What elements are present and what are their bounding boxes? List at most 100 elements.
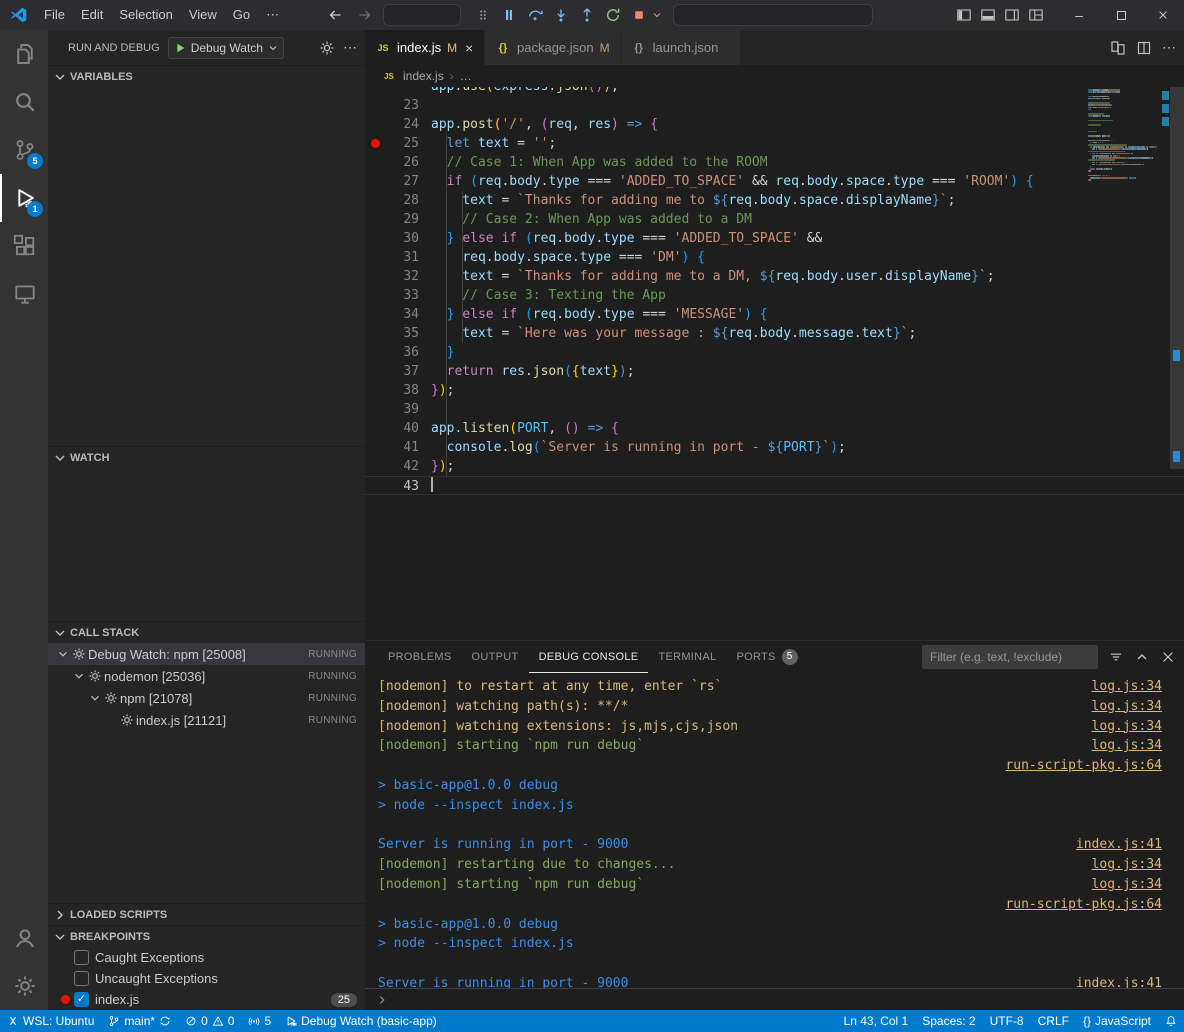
breakpoint-gutter[interactable] bbox=[365, 438, 385, 457]
settings-button[interactable] bbox=[0, 962, 48, 1010]
go-forward-button[interactable] bbox=[353, 3, 377, 27]
sidebar-item-explorer[interactable] bbox=[0, 30, 48, 78]
breadcrumb-item-file[interactable]: index.js bbox=[403, 69, 444, 83]
menu-view[interactable]: View bbox=[181, 4, 225, 26]
pause-button[interactable] bbox=[497, 3, 521, 27]
breakpoint-gutter[interactable] bbox=[365, 419, 385, 438]
tab-terminal[interactable]: TERMINAL bbox=[648, 641, 726, 673]
console-source-link[interactable]: log.js:34 bbox=[1092, 855, 1162, 875]
stop-button[interactable] bbox=[627, 3, 651, 27]
debug-toolbar-grip[interactable] bbox=[471, 3, 495, 27]
debug-session-item[interactable]: Debug Watch (basic-app) bbox=[278, 1010, 444, 1032]
start-debug-icon[interactable] bbox=[173, 41, 187, 55]
tab-launch-json[interactable]: {} launch.json bbox=[621, 30, 741, 65]
call-stack-row[interactable]: index.js [21121]RUNNING bbox=[48, 709, 365, 731]
ports-item[interactable]: 5 bbox=[241, 1010, 278, 1032]
console-source-link[interactable]: log.js:34 bbox=[1092, 697, 1162, 717]
call-stack-row[interactable]: nodemon [25036]RUNNING bbox=[48, 665, 365, 687]
encoding-item[interactable]: UTF-8 bbox=[983, 1010, 1031, 1032]
section-header-watch[interactable]: WATCH bbox=[48, 446, 365, 468]
problems-item[interactable]: 00 bbox=[178, 1010, 241, 1032]
toggle-secondary-sidebar-icon[interactable] bbox=[1004, 7, 1020, 23]
console-source-link[interactable]: run-script-pkg.js:64 bbox=[1005, 756, 1162, 776]
git-branch-item[interactable]: main* bbox=[101, 1010, 178, 1032]
maximize-button[interactable] bbox=[1100, 0, 1142, 30]
sidebar-item-run-and-debug[interactable]: 1 bbox=[0, 174, 48, 222]
sidebar-item-remote-explorer[interactable] bbox=[0, 270, 48, 318]
tab-index-js[interactable]: JS index.js M × bbox=[365, 30, 485, 65]
console-input[interactable] bbox=[365, 988, 1184, 1010]
close-panel-icon[interactable] bbox=[1160, 649, 1176, 665]
toggle-sidebar-icon[interactable] bbox=[956, 7, 972, 23]
breakpoint-gutter[interactable] bbox=[365, 400, 385, 419]
section-header-breakpoints[interactable]: BREAKPOINTS bbox=[48, 925, 365, 947]
accounts-button[interactable] bbox=[0, 914, 48, 962]
go-back-button[interactable] bbox=[323, 3, 347, 27]
breakpoint-gutter[interactable] bbox=[365, 381, 385, 400]
breakpoint-gutter[interactable] bbox=[365, 87, 385, 96]
split-editor-icon[interactable] bbox=[1136, 40, 1152, 56]
menu-edit[interactable]: Edit bbox=[73, 4, 111, 26]
command-center[interactable] bbox=[673, 4, 873, 26]
tab-debug-console[interactable]: DEBUG CONSOLE bbox=[529, 641, 649, 673]
breakpoint-gutter[interactable] bbox=[365, 153, 385, 172]
console-source-link[interactable]: log.js:34 bbox=[1092, 717, 1162, 737]
close-tab-icon[interactable]: × bbox=[465, 40, 473, 56]
menu-selection[interactable]: Selection bbox=[111, 4, 180, 26]
step-into-button[interactable] bbox=[549, 3, 573, 27]
breakpoint-checkbox[interactable] bbox=[74, 971, 89, 986]
breakpoint-row[interactable]: Caught Exceptions bbox=[48, 947, 365, 968]
restart-button[interactable] bbox=[601, 3, 625, 27]
cursor-position-item[interactable]: Ln 43, Col 1 bbox=[837, 1010, 916, 1032]
breakpoint-gutter[interactable] bbox=[365, 172, 385, 191]
breakpoint-gutter[interactable] bbox=[365, 286, 385, 305]
configure-gear-icon[interactable] bbox=[319, 40, 335, 56]
command-center-left[interactable] bbox=[383, 4, 461, 26]
console-source-link[interactable]: log.js:34 bbox=[1092, 677, 1162, 697]
tab-ports[interactable]: PORTS5 bbox=[726, 641, 807, 673]
breakpoint-dot[interactable] bbox=[371, 139, 380, 148]
notifications-item[interactable] bbox=[1158, 1010, 1184, 1032]
eol-item[interactable]: CRLF bbox=[1031, 1010, 1076, 1032]
breakpoint-gutter[interactable] bbox=[365, 229, 385, 248]
console-source-link[interactable]: run-script-pkg.js:64 bbox=[1005, 895, 1162, 915]
section-header-variables[interactable]: VARIABLES bbox=[48, 65, 365, 87]
breakpoint-gutter[interactable] bbox=[365, 477, 385, 494]
menu-more[interactable]: ⋯ bbox=[258, 4, 287, 26]
open-changes-icon[interactable] bbox=[1110, 40, 1126, 56]
breakpoint-gutter[interactable] bbox=[365, 115, 385, 134]
breakpoint-gutter[interactable] bbox=[365, 324, 385, 343]
breakpoint-gutter[interactable] bbox=[365, 305, 385, 324]
sidebar-more-actions[interactable]: ⋯ bbox=[343, 39, 357, 56]
breakpoint-row[interactable]: Uncaught Exceptions bbox=[48, 968, 365, 989]
remote-indicator[interactable]: WSL: Ubuntu bbox=[0, 1010, 101, 1032]
breakpoint-gutter[interactable] bbox=[365, 457, 385, 476]
editor-more-actions[interactable]: ⋯ bbox=[1162, 39, 1176, 56]
call-stack-row[interactable]: Debug Watch: npm [25008]RUNNING bbox=[48, 643, 365, 665]
breakpoint-gutter[interactable] bbox=[365, 210, 385, 229]
maximize-panel-icon[interactable] bbox=[1134, 649, 1150, 665]
debug-config-dropdown[interactable]: Debug Watch bbox=[168, 37, 284, 59]
scrollbar[interactable] bbox=[1170, 87, 1184, 640]
tab-output[interactable]: OUTPUT bbox=[462, 641, 529, 673]
breakpoint-checkbox[interactable] bbox=[74, 950, 89, 965]
indentation-item[interactable]: Spaces: 2 bbox=[915, 1010, 982, 1032]
console-source-link[interactable]: index.js:41 bbox=[1076, 835, 1162, 855]
tab-problems[interactable]: PROBLEMS bbox=[378, 641, 462, 673]
call-stack-row[interactable]: npm [21078]RUNNING bbox=[48, 687, 365, 709]
console-source-link[interactable]: index.js:41 bbox=[1076, 974, 1162, 988]
breakpoint-gutter[interactable] bbox=[365, 191, 385, 210]
step-over-button[interactable] bbox=[523, 3, 547, 27]
console-filter-input[interactable] bbox=[922, 645, 1098, 669]
stop-dropdown-chevron-icon[interactable] bbox=[651, 9, 663, 21]
console-source-link[interactable]: log.js:34 bbox=[1092, 875, 1162, 895]
minimize-button[interactable]: – bbox=[1058, 0, 1100, 30]
breakpoint-gutter[interactable] bbox=[365, 96, 385, 115]
sidebar-item-search[interactable] bbox=[0, 78, 48, 126]
sidebar-item-source-control[interactable]: 5 bbox=[0, 126, 48, 174]
breakpoint-gutter[interactable] bbox=[365, 134, 385, 153]
filter-options-icon[interactable] bbox=[1108, 649, 1124, 665]
tab-package-json[interactable]: {} package.json M bbox=[485, 30, 621, 65]
breakpoint-gutter[interactable] bbox=[365, 248, 385, 267]
close-button[interactable] bbox=[1142, 0, 1184, 30]
